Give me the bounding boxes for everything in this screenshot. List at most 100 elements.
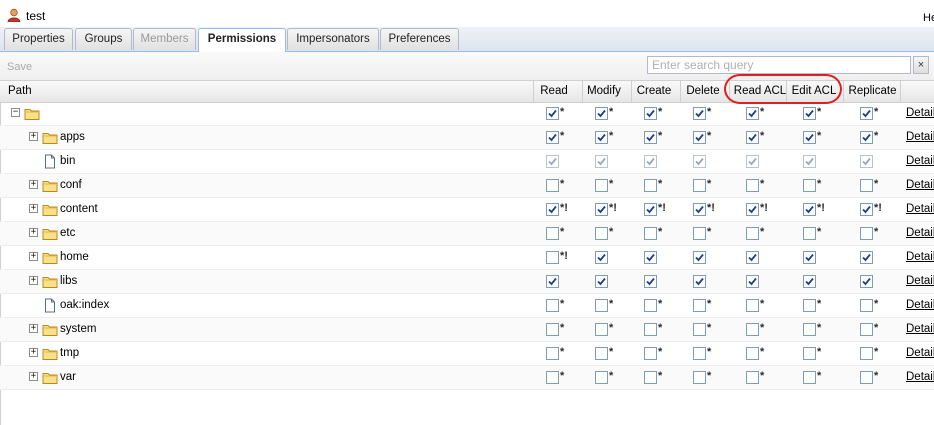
details-link[interactable]: Detail xyxy=(906,371,934,383)
search-input[interactable] xyxy=(647,56,911,74)
permission-checkbox[interactable] xyxy=(803,347,816,360)
column-header-replicate[interactable]: Replicate xyxy=(843,81,901,102)
permission-checkbox[interactable] xyxy=(803,299,816,312)
permission-checkbox[interactable] xyxy=(860,371,873,384)
permission-checkbox[interactable] xyxy=(693,131,706,144)
permission-checkbox[interactable] xyxy=(803,179,816,192)
permission-checkbox[interactable] xyxy=(803,131,816,144)
node-label[interactable]: apps xyxy=(60,131,85,143)
tree-row[interactable]: + content *! *! *! *! *! *! *! Detail xyxy=(0,198,934,222)
permission-checkbox[interactable] xyxy=(860,347,873,360)
permission-checkbox[interactable] xyxy=(595,323,608,336)
expand-toggle-icon[interactable]: + xyxy=(29,228,38,237)
details-link[interactable]: Detail xyxy=(906,131,934,143)
permission-checkbox[interactable] xyxy=(803,251,816,264)
expand-toggle-icon[interactable]: + xyxy=(29,324,38,333)
permission-checkbox[interactable] xyxy=(546,323,559,336)
tree-row[interactable]: + conf * * * * * * * Detail xyxy=(0,174,934,198)
permission-checkbox[interactable] xyxy=(546,371,559,384)
column-header-delete[interactable]: Delete xyxy=(680,81,725,102)
permission-checkbox[interactable] xyxy=(595,347,608,360)
tree-row[interactable]: − * * * * * * * Detail xyxy=(0,102,934,126)
permission-checkbox[interactable] xyxy=(546,227,559,240)
permission-checkbox[interactable] xyxy=(693,347,706,360)
expand-toggle-icon[interactable]: + xyxy=(29,276,38,285)
tree-row[interactable]: + home *! Detail xyxy=(0,246,934,270)
permission-checkbox[interactable] xyxy=(746,131,759,144)
permission-checkbox[interactable] xyxy=(860,275,873,288)
expand-toggle-icon[interactable]: + xyxy=(29,372,38,381)
permission-checkbox[interactable] xyxy=(693,179,706,192)
permission-checkbox[interactable] xyxy=(803,107,816,120)
details-link[interactable]: Detail xyxy=(906,227,934,239)
permission-checkbox[interactable] xyxy=(546,131,559,144)
permission-checkbox[interactable] xyxy=(595,371,608,384)
permission-checkbox[interactable] xyxy=(595,179,608,192)
help-link[interactable]: He xyxy=(923,12,934,24)
permission-checkbox[interactable] xyxy=(693,251,706,264)
collapse-toggle-icon[interactable]: − xyxy=(11,108,20,117)
tree-row[interactable]: + libs Detail xyxy=(0,270,934,294)
column-header-read[interactable]: Read xyxy=(533,81,574,102)
details-link[interactable]: Detail xyxy=(906,299,934,311)
permission-checkbox[interactable] xyxy=(595,299,608,312)
permission-checkbox[interactable] xyxy=(644,107,657,120)
node-label[interactable]: content xyxy=(60,203,98,215)
permission-checkbox[interactable] xyxy=(746,227,759,240)
permission-checkbox[interactable] xyxy=(860,323,873,336)
permission-checkbox[interactable] xyxy=(546,203,559,216)
permission-checkbox[interactable] xyxy=(644,179,657,192)
permission-checkbox[interactable] xyxy=(644,275,657,288)
permission-checkbox[interactable] xyxy=(546,347,559,360)
details-link[interactable]: Detail xyxy=(906,203,934,215)
column-header-modify[interactable]: Modify xyxy=(582,81,625,102)
permission-checkbox[interactable] xyxy=(860,107,873,120)
tree-row[interactable]: bin Detail xyxy=(0,150,934,174)
expand-toggle-icon[interactable]: + xyxy=(29,132,38,141)
node-label[interactable]: tmp xyxy=(60,347,79,359)
node-label[interactable]: libs xyxy=(60,275,77,287)
permission-checkbox[interactable] xyxy=(860,251,873,264)
tab-preferences[interactable]: Preferences xyxy=(380,28,459,50)
column-header-create[interactable]: Create xyxy=(631,81,676,102)
permission-checkbox[interactable] xyxy=(860,299,873,312)
permission-checkbox[interactable] xyxy=(693,227,706,240)
tree-row[interactable]: + apps * * * * * * * Detail xyxy=(0,126,934,150)
details-link[interactable]: Detail xyxy=(906,347,934,359)
node-label[interactable]: bin xyxy=(60,155,75,167)
tab-properties[interactable]: Properties xyxy=(4,28,73,50)
permission-checkbox[interactable] xyxy=(546,251,559,264)
details-link[interactable]: Detail xyxy=(906,155,934,167)
permission-checkbox[interactable] xyxy=(860,179,873,192)
tree-row[interactable]: oak:index * * * * * * * Detail xyxy=(0,294,934,318)
details-link[interactable]: Detail xyxy=(906,251,934,263)
tree-row[interactable]: + system * * * * * * * Detail xyxy=(0,318,934,342)
tab-groups[interactable]: Groups xyxy=(75,28,132,50)
expand-toggle-icon[interactable]: + xyxy=(29,180,38,189)
permission-checkbox[interactable] xyxy=(803,371,816,384)
permission-checkbox[interactable] xyxy=(860,227,873,240)
tree-row[interactable]: + etc * * * * * * * Detail xyxy=(0,222,934,246)
permission-checkbox[interactable] xyxy=(644,227,657,240)
tab-permissions[interactable]: Permissions xyxy=(198,28,286,52)
column-header-path[interactable]: Path xyxy=(0,81,533,102)
node-label[interactable]: home xyxy=(60,251,89,263)
permission-checkbox[interactable] xyxy=(595,275,608,288)
permission-checkbox[interactable] xyxy=(644,251,657,264)
tab-impersonators[interactable]: Impersonators xyxy=(287,28,379,50)
permission-checkbox[interactable] xyxy=(693,203,706,216)
node-label[interactable]: oak:index xyxy=(60,299,109,311)
permission-checkbox[interactable] xyxy=(803,227,816,240)
permission-checkbox[interactable] xyxy=(746,251,759,264)
permission-checkbox[interactable] xyxy=(746,179,759,192)
permission-checkbox[interactable] xyxy=(803,275,816,288)
permission-checkbox[interactable] xyxy=(644,347,657,360)
permission-checkbox[interactable] xyxy=(693,299,706,312)
permission-checkbox[interactable] xyxy=(746,371,759,384)
permission-checkbox[interactable] xyxy=(644,203,657,216)
permission-checkbox[interactable] xyxy=(644,371,657,384)
details-link[interactable]: Detail xyxy=(906,179,934,191)
permission-checkbox[interactable] xyxy=(746,275,759,288)
permission-checkbox[interactable] xyxy=(644,323,657,336)
permission-checkbox[interactable] xyxy=(546,275,559,288)
